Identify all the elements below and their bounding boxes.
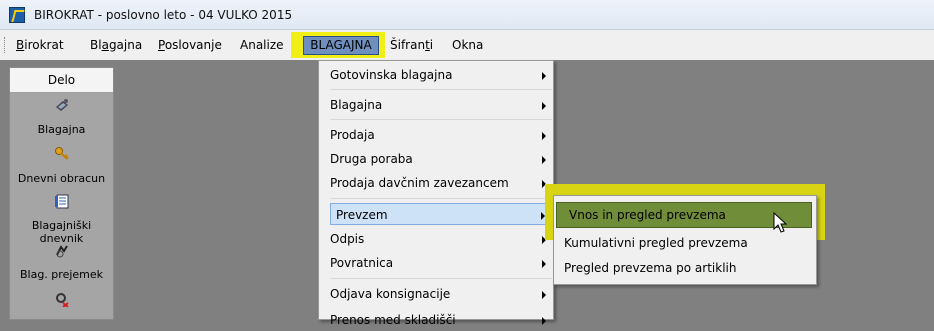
menu-bar: Birokrat Blagajna Poslovanje Analize Šif… — [0, 30, 934, 60]
mouse-cursor-icon — [773, 212, 788, 233]
submenu-arrow-icon — [542, 260, 546, 268]
payment-out-icon[interactable] — [54, 291, 70, 307]
dropdown-item-povratnica[interactable]: Povratnica — [330, 252, 552, 274]
sidebar-item-dnevni-obracun[interactable]: Dnevni obracun — [10, 172, 113, 185]
submenu-arrow-icon — [542, 102, 546, 110]
submenu-arrow-icon — [542, 72, 546, 80]
dropdown-item-prenos-med-skladisci[interactable]: Prenos med skladišči — [330, 309, 552, 331]
dropdown-item-prevzem[interactable]: Prevzem — [330, 203, 552, 225]
window-title: BIROKRAT - poslovno leto - 04 VULKO 2015 — [34, 8, 293, 22]
menu-separator — [330, 278, 552, 279]
submenu-item-pregled-prevzema-po-artiklih[interactable]: Pregled prevzema po artiklih — [564, 257, 814, 279]
menu-separator — [330, 89, 552, 90]
sidebar-item-blag-prejemek[interactable]: Blag. prejemek — [10, 268, 113, 281]
dropdown-item-odjava-konsignacije[interactable]: Odjava konsignacije — [330, 283, 552, 305]
key-icon[interactable] — [54, 146, 70, 162]
menu-sifranti[interactable]: Šifranti — [390, 38, 433, 52]
title-bar: BIROKRAT - poslovno leto - 04 VULKO 2015 — [0, 0, 934, 30]
blagajna-dropdown: Gotovinska blagajna Blagajna Prodaja Dru… — [318, 60, 554, 327]
submenu-arrow-icon — [542, 132, 546, 140]
receipt-icon[interactable] — [54, 243, 70, 259]
dropdown-item-blagajna[interactable]: Blagajna — [330, 94, 552, 116]
journal-icon[interactable] — [54, 193, 70, 209]
sidebar-list: Blagajna Dnevni obracun Blagajniški dnev… — [10, 93, 113, 319]
menu-analize[interactable]: Analize — [240, 38, 284, 52]
menu-separator — [330, 119, 552, 120]
menu-blagajna-active[interactable]: BLAGAJNA — [303, 36, 379, 55]
sidebar-item-blagajniski-dnevnik[interactable]: Blagajniški dnevnik — [10, 219, 113, 245]
menu-separator — [330, 198, 552, 199]
submenu-arrow-icon — [542, 156, 546, 164]
sidebar-header[interactable]: Delo — [10, 68, 113, 93]
birokrat-app-icon — [9, 7, 25, 23]
submenu-arrow-icon — [542, 291, 546, 299]
sidebar-item-blagajna[interactable]: Blagajna — [10, 123, 113, 136]
sidebar-panel: Delo Blagajna Dnevni obracun Blagajniški… — [9, 67, 114, 320]
dropdown-item-prodaja[interactable]: Prodaja — [330, 124, 552, 146]
dropdown-item-gotovinska-blagajna[interactable]: Gotovinska blagajna — [330, 64, 552, 86]
dropdown-item-druga-poraba[interactable]: Druga poraba — [330, 148, 552, 170]
submenu-arrow-icon — [542, 317, 546, 325]
submenu-item-kumulativni-pregled-prevzema[interactable]: Kumulativni pregled prevzema — [564, 232, 814, 254]
menu-birokrat[interactable]: Birokrat — [16, 38, 64, 52]
menubar-grip[interactable] — [4, 37, 7, 53]
menu-blagajna[interactable]: Blagajna — [90, 38, 142, 52]
dropdown-item-prodaja-davcnim-zavezancem[interactable]: Prodaja davčnim zavezancem — [330, 172, 552, 194]
dropdown-gutter — [319, 61, 329, 319]
menu-poslovanje[interactable]: Poslovanje — [158, 38, 222, 52]
register-icon[interactable] — [54, 98, 70, 114]
menu-okna[interactable]: Okna — [452, 38, 483, 52]
dropdown-item-odpis[interactable]: Odpis — [330, 228, 552, 250]
